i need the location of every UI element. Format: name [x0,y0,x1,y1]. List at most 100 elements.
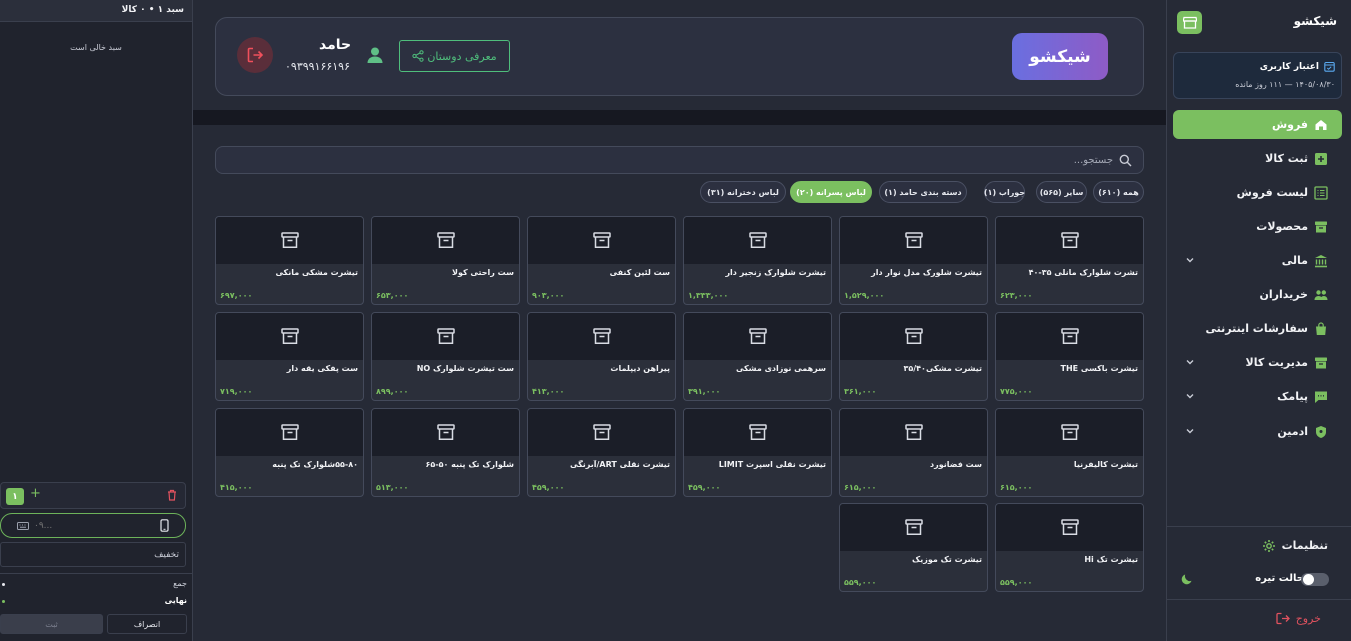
sidebar-item[interactable]: سفارشات اینترنتی [1173,314,1342,343]
product-card[interactable]: ست فضانورد ۶۱۵,۰۰۰ [839,408,988,497]
product-card[interactable]: تیشرت تک موزیک ۵۵۹,۰۰۰ [839,503,988,592]
product-price: ۸۹۹,۰۰۰ [376,387,409,396]
phone-input[interactable] [34,518,134,533]
product-card[interactable]: تیشرت کالیفرنیا ۶۱۵,۰۰۰ [995,408,1144,497]
sidebar: شیکشو اعتبار کاربری ۱۴۰۵/۰۸/۳۰ — ۱۱۱ روز… [1166,0,1351,641]
product-card[interactable]: سرهمی نوزادی مشکی ۳۹۱,۰۰۰ [683,312,832,401]
category-chip[interactable]: لباس پسرانه (۲۰) [790,181,872,203]
sidebar-item-label: محصولات [1256,220,1308,233]
product-image-placeholder [840,217,987,264]
archive-icon [748,232,767,249]
cart-item-controls: ۱ + [0,482,186,509]
add-quantity-button[interactable]: + [30,486,41,501]
product-card[interactable]: تشرت شلوارک مانلی ۳۵-۴۰ ۶۲۳,۰۰۰ [995,216,1144,305]
credit-title-text: اعتبار کاربری [1259,61,1319,72]
final-row: نهایی [0,596,193,608]
sidebar-item-label: سفارشات اینترنتی [1205,322,1308,335]
credit-title: اعتبار کاربری [1260,61,1335,72]
product-name: ۵۵-۸۰شلوارک تک پنبه [272,460,358,469]
product-price: ۶۵۳,۰۰۰ [376,291,409,300]
cancel-button[interactable]: انصراف [107,614,187,634]
discount-input[interactable] [19,548,179,562]
sidebar-item-label: ثبت کالا [1265,152,1308,165]
category-chip[interactable]: سایر (۵۶۵) [1036,181,1087,203]
cart-panel: سبد ۱ • ۰ کالا سبد خالی است ۱ + جمع نهای… [0,0,193,641]
product-card[interactable]: پیراهن دیپلمات ۴۱۳,۰۰۰ [527,312,676,401]
archive-icon [280,424,299,441]
product-price: ۵۱۳,۰۰۰ [376,483,409,492]
sum-row: جمع [0,579,193,591]
sidebar-item-label: پیامک [1277,390,1308,403]
product-card[interactable]: ست راحتی کولا ۶۵۳,۰۰۰ [371,216,520,305]
product-card[interactable]: تیشرت نقلی ART/آبرنگی ۴۵۹,۰۰۰ [527,408,676,497]
product-image-placeholder [216,313,363,360]
sidebar-item[interactable]: مدیریت کالا [1173,348,1342,377]
archive-icon [280,232,299,249]
sidebar-item[interactable]: فروش [1173,110,1342,139]
product-card[interactable]: تیشرت شلورک مدل نوار دار ۱,۵۲۹,۰۰۰ [839,216,988,305]
sidebar-item[interactable]: محصولات [1173,212,1342,241]
product-price: ۷۱۹,۰۰۰ [220,387,253,396]
product-price: ۴۵۹,۰۰۰ [532,483,565,492]
sidebar-item[interactable]: مالی [1173,246,1342,275]
product-search[interactable] [215,146,1144,174]
sidebar-item[interactable]: خریداران [1173,280,1342,309]
submit-button[interactable]: ثبت [0,614,103,634]
chevron-down-icon[interactable] [1185,426,1195,436]
app-title: شیکشو [1293,14,1337,28]
product-name: تیشرت تک Hi [1084,555,1138,564]
sidebar-item-settings[interactable]: تنظیمات [1173,531,1342,560]
product-card[interactable]: شلوارک تک پنبه ۵۰-۶۵ ۵۱۳,۰۰۰ [371,408,520,497]
discount-field[interactable] [0,542,186,567]
archive-icon [436,232,455,249]
sidebar-item[interactable]: ثبت کالا [1173,144,1342,173]
category-chip[interactable]: دسته بندی حامد (۱) [879,181,967,203]
chevron-down-icon[interactable] [1185,255,1195,265]
sidebar-item[interactable]: پیامک [1173,382,1342,411]
product-name: ست لئین کنفی [609,268,670,277]
user-icon [366,46,384,64]
product-card[interactable]: تیشرت نقلی اسپرت LIMIT ۴۵۹,۰۰۰ [683,408,832,497]
settings-icon [1262,539,1276,553]
product-price: ۴۱۳,۰۰۰ [532,387,565,396]
product-card[interactable]: تیشرت مشکی مانکی ۶۹۷,۰۰۰ [215,216,364,305]
archive-icon [1314,356,1328,370]
category-chip[interactable]: جوراب (۱) [984,181,1025,203]
store-icon [1177,11,1202,34]
product-card[interactable]: ست لئین کنفی ۹۰۳,۰۰۰ [527,216,676,305]
sidebar-item-label: لیست فروش [1236,186,1308,199]
sidebar-logout[interactable]: خروج [1276,612,1321,625]
product-card[interactable]: ست تیشرت شلوارک NO ۸۹۹,۰۰۰ [371,312,520,401]
category-chip[interactable]: لباس دخترانه (۳۱) [700,181,786,203]
product-card[interactable]: تیشرت شلوارک زنجیر دار ۱,۳۳۳,۰۰۰ [683,216,832,305]
product-image-placeholder [840,504,987,551]
product-card[interactable]: ست پفکی یقه دار ۷۱۹,۰۰۰ [215,312,364,401]
search-input[interactable] [253,153,1113,168]
archive-icon [904,232,923,249]
product-name: تیشرت تک موزیک [912,555,982,564]
product-price: ۳۹۱,۰۰۰ [688,387,721,396]
trash-icon[interactable] [167,489,177,501]
chevron-down-icon[interactable] [1185,357,1195,367]
keyboard-icon[interactable] [17,522,29,530]
category-chip[interactable]: همه (۶۱۰) [1093,181,1144,203]
product-card[interactable]: تیشرت باکسی THE ۷۷۵,۰۰۰ [995,312,1144,401]
product-price: ۱,۵۲۹,۰۰۰ [844,291,885,300]
product-image-placeholder [996,504,1143,551]
product-image-placeholder [372,409,519,456]
sidebar-item[interactable]: لیست فروش [1173,178,1342,207]
product-card[interactable]: تیشرت تک Hi ۵۵۹,۰۰۰ [995,503,1144,592]
product-image-placeholder [996,409,1143,456]
chevron-down-icon[interactable] [1185,391,1195,401]
sidebar-item[interactable]: ادمین [1173,417,1342,446]
invite-friends-button[interactable]: معرفی دوستان [399,40,510,72]
logout-button[interactable] [237,37,273,73]
archive-icon [280,328,299,345]
customer-phone-field[interactable] [0,513,186,538]
product-card[interactable]: تیشرت مشکی۳۵/۴۰ ۳۶۱,۰۰۰ [839,312,988,401]
product-card[interactable]: ۵۵-۸۰شلوارک تک پنبه ۴۱۵,۰۰۰ [215,408,364,497]
sidebar-item-label: فروش [1271,118,1308,131]
dark-mode-toggle[interactable] [1301,573,1329,586]
product-image-placeholder [996,217,1143,264]
sidebar-divider-bottom [1167,599,1351,600]
